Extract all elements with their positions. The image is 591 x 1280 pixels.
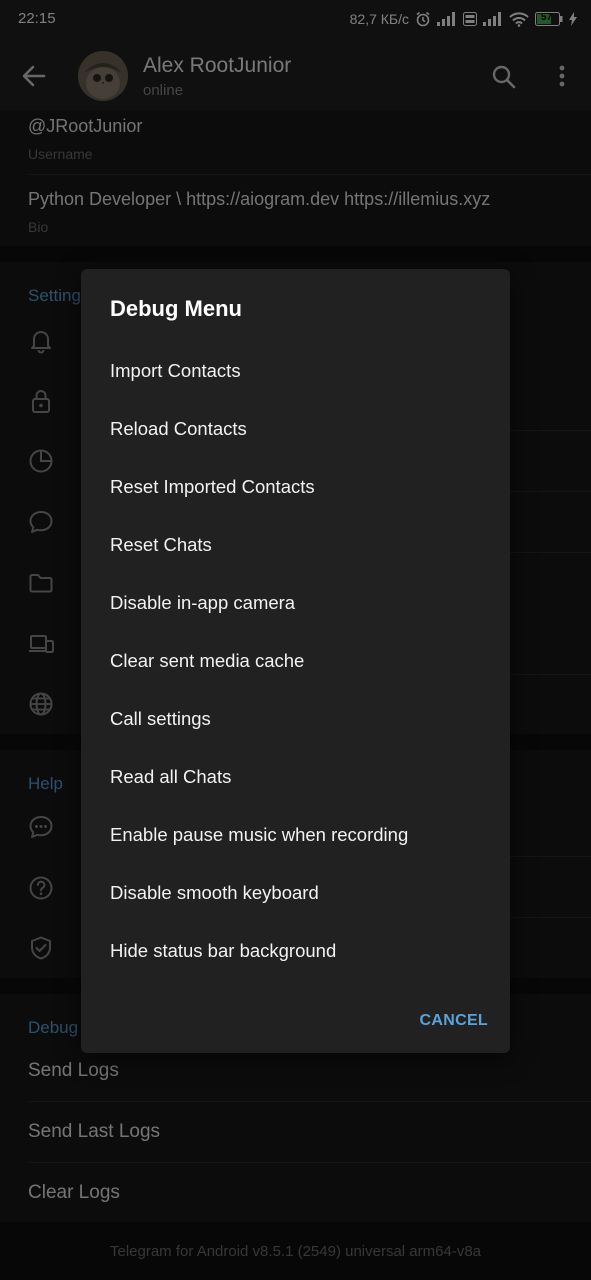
telegram-profile-screen: 22:15 82,7 КБ/с 57 bbox=[0, 0, 591, 1280]
hide-status-bar-background-option[interactable]: Hide status bar background bbox=[110, 940, 500, 962]
reset-chats-option[interactable]: Reset Chats bbox=[110, 534, 500, 556]
enable-pause-music-option[interactable]: Enable pause music when recording bbox=[110, 824, 500, 846]
reset-imported-contacts-option[interactable]: Reset Imported Contacts bbox=[110, 476, 500, 498]
clear-sent-media-cache-option[interactable]: Clear sent media cache bbox=[110, 650, 500, 672]
cancel-button[interactable]: CANCEL bbox=[420, 1012, 488, 1030]
disable-in-app-camera-option[interactable]: Disable in-app camera bbox=[110, 592, 500, 614]
reload-contacts-option[interactable]: Reload Contacts bbox=[110, 418, 500, 440]
disable-smooth-keyboard-option[interactable]: Disable smooth keyboard bbox=[110, 882, 500, 904]
import-contacts-option[interactable]: Import Contacts bbox=[110, 360, 500, 382]
call-settings-option[interactable]: Call settings bbox=[110, 708, 500, 730]
debug-menu-dialog: Debug Menu Import Contacts Reload Contac… bbox=[81, 269, 510, 1053]
dialog-title: Debug Menu bbox=[110, 296, 242, 321]
read-all-chats-option[interactable]: Read all Chats bbox=[110, 766, 500, 788]
